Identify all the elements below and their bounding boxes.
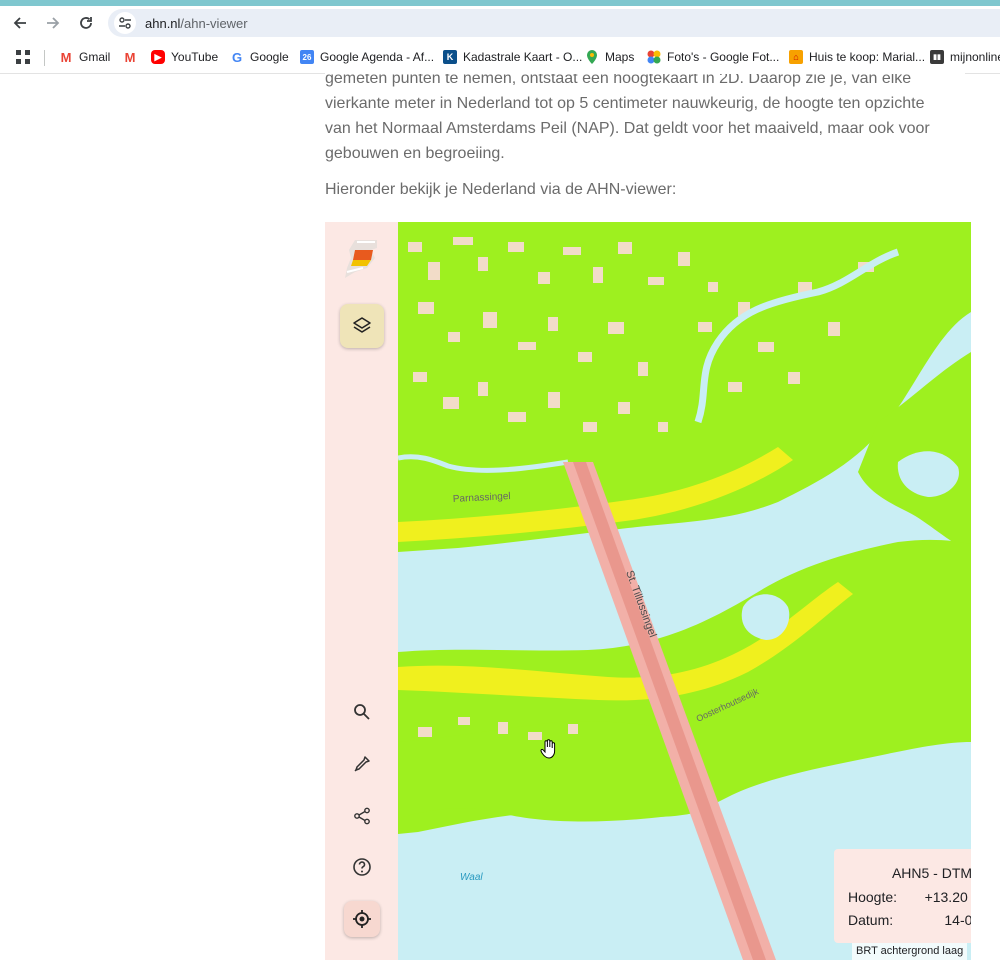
kadaster-icon: K [443, 50, 457, 64]
share-button[interactable] [347, 801, 377, 831]
article-line: vierkante meter in Nederland tot op 5 ce… [325, 95, 925, 112]
url-text: ahn.nl/ahn-viewer [145, 16, 248, 31]
info-height-row: Hoogte: +13.20 m NAP [848, 889, 971, 905]
scroll-clip [325, 66, 965, 74]
height-map[interactable]: St. Tillussingel Parnassingel Oosterhout… [398, 222, 971, 960]
reload-icon [80, 17, 92, 29]
info-height-label: Hoogte: [848, 889, 898, 905]
google-icon: G [231, 49, 243, 65]
url-host: ahn.nl [145, 16, 181, 31]
crosshair-icon [353, 910, 371, 928]
locate-button[interactable] [344, 901, 380, 937]
browser-toolbar: ahn.nl/ahn-viewer [0, 6, 1000, 40]
bank-icon: ▮▮ [930, 50, 944, 64]
site-settings-icon[interactable] [114, 12, 136, 34]
bookmarks-separator [44, 50, 45, 66]
forward-button[interactable] [40, 10, 66, 36]
maps-icon [585, 50, 599, 64]
info-height-value: +13.20 m NAP [924, 889, 971, 905]
calendar-icon: 26 [300, 50, 314, 64]
apps-icon[interactable] [16, 50, 30, 69]
bookmark-google-photos[interactable]: Foto's - Google Fot... [647, 48, 779, 66]
funda-icon: ⌂ [789, 50, 803, 64]
back-button[interactable] [7, 10, 33, 36]
bookmark-kadastrale-kaart[interactable]: K Kadastrale Kaart - O... [443, 48, 582, 66]
ahn-viewer[interactable]: St. Tillussingel Parnassingel Oosterhout… [325, 222, 971, 960]
measure-button[interactable] [347, 749, 377, 779]
bookmark-google[interactable]: G Google [230, 48, 289, 66]
search-button[interactable] [347, 697, 377, 727]
photos-icon [647, 50, 661, 64]
waal-label: Waal [460, 872, 483, 883]
ahn-logo-icon [341, 238, 381, 280]
gmail-icon: M [60, 49, 72, 65]
layers-button[interactable] [340, 304, 384, 348]
eyedropper-icon [354, 756, 370, 772]
help-icon [353, 858, 371, 876]
info-date-row: Datum: 14-04-2024 [848, 912, 971, 928]
bookmark-mijnonline[interactable]: ▮▮ mijnonline [930, 48, 1000, 66]
bookmark-youtube[interactable]: ▶ YouTube [151, 48, 218, 66]
address-bar[interactable]: ahn.nl/ahn-viewer [108, 9, 1000, 37]
bookmark-google-agenda[interactable]: 26 Google Agenda - Af... [300, 48, 434, 66]
share-icon [354, 807, 370, 825]
layers-icon [353, 317, 371, 333]
arrow-right-icon [47, 17, 60, 29]
bookmark-gmail-2[interactable]: M [123, 48, 143, 66]
gmail-icon: M [124, 49, 136, 65]
bookmark-gmail[interactable]: M Gmail [59, 48, 111, 66]
info-date-label: Datum: [848, 912, 894, 928]
bookmark-funda[interactable]: ⌂ Huis te koop: Marial... [789, 48, 925, 66]
bookmark-maps[interactable]: Maps [585, 48, 634, 66]
article-line: gebouwen en begroeiing. [325, 145, 505, 162]
attribution-label[interactable]: BRT achtergrond laag [852, 943, 968, 960]
viewer-intro-text: Hieronder bekijk je Nederland via de AHN… [325, 181, 677, 198]
arrow-left-icon [13, 17, 26, 29]
search-icon [354, 704, 370, 720]
youtube-icon: ▶ [151, 50, 165, 64]
url-path: /ahn-viewer [180, 16, 248, 31]
reload-button[interactable] [73, 10, 99, 36]
info-date-value: 14-04-2024 [944, 912, 971, 928]
help-button[interactable] [347, 852, 377, 882]
info-title: AHN5 - DTM [891, 865, 971, 881]
article-paragraph: gemeten punten te nemen, ontstaat een ho… [325, 66, 965, 166]
article-line: van het Normaal Amsterdams Peil (NAP). D… [325, 120, 930, 137]
viewer-sidebar [325, 222, 398, 960]
height-info-box: AHN5 - DTM Hoogte: +13.20 m NAP Datum: 1… [834, 849, 971, 943]
